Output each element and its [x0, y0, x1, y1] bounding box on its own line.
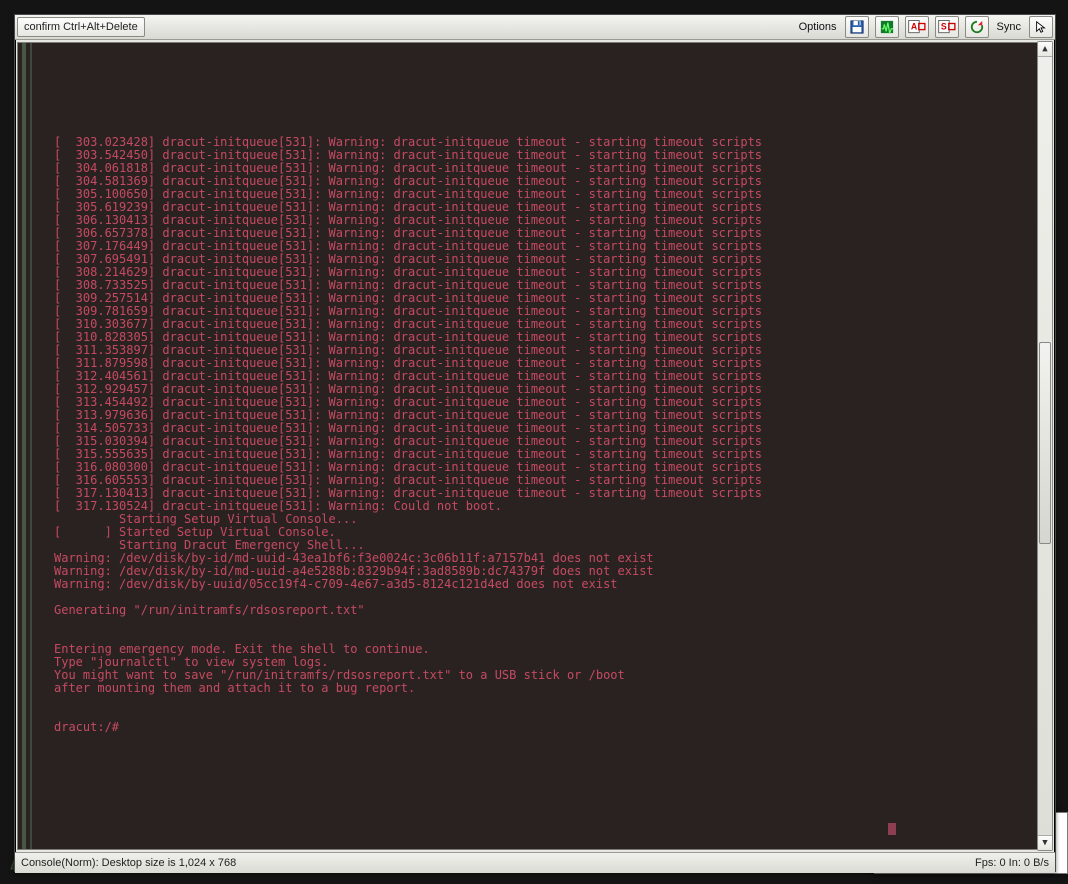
console-cursor [888, 823, 896, 835]
scroll-up-arrow[interactable]: ▲ [1038, 42, 1052, 57]
a-annotation-icon[interactable]: A [905, 16, 929, 38]
floppy-save-icon[interactable] [845, 16, 869, 38]
confirm-cad-button[interactable]: confirm Ctrl+Alt+Delete [17, 17, 145, 37]
options-menu[interactable]: Options [795, 21, 841, 33]
svg-text:A: A [910, 22, 917, 32]
scroll-down-arrow[interactable]: ▼ [1038, 835, 1052, 850]
console-output: [ 303.023428] dracut-initqueue[531]: War… [54, 45, 1046, 837]
ikvm-toolbar: confirm Ctrl+Alt+Delete Options A S [15, 15, 1055, 40]
ikvm-status-bar: Console(Norm): Desktop size is 1,024 x 7… [15, 852, 1055, 873]
vertical-scrollbar[interactable]: ▲ ▼ [1037, 41, 1053, 851]
status-left: Console(Norm): Desktop size is 1,024 x 7… [21, 857, 236, 869]
remote-console-view[interactable]: [ 303.023428] dracut-initqueue[531]: War… [17, 42, 1053, 850]
status-right: Fps: 0 In: 0 B/s [975, 857, 1049, 869]
cursor-icon[interactable] [1029, 16, 1053, 38]
console-left-strip [22, 43, 26, 849]
sync-button[interactable]: Sync [993, 21, 1025, 33]
s-annotation-icon[interactable]: S [935, 16, 959, 38]
ikvm-window: confirm Ctrl+Alt+Delete Options A S [14, 14, 1056, 872]
svg-text:S: S [940, 22, 946, 32]
scroll-thumb[interactable] [1039, 342, 1051, 544]
refresh-icon[interactable] [965, 16, 989, 38]
activity-icon[interactable] [875, 16, 899, 38]
console-left-strip-thin [30, 43, 32, 849]
